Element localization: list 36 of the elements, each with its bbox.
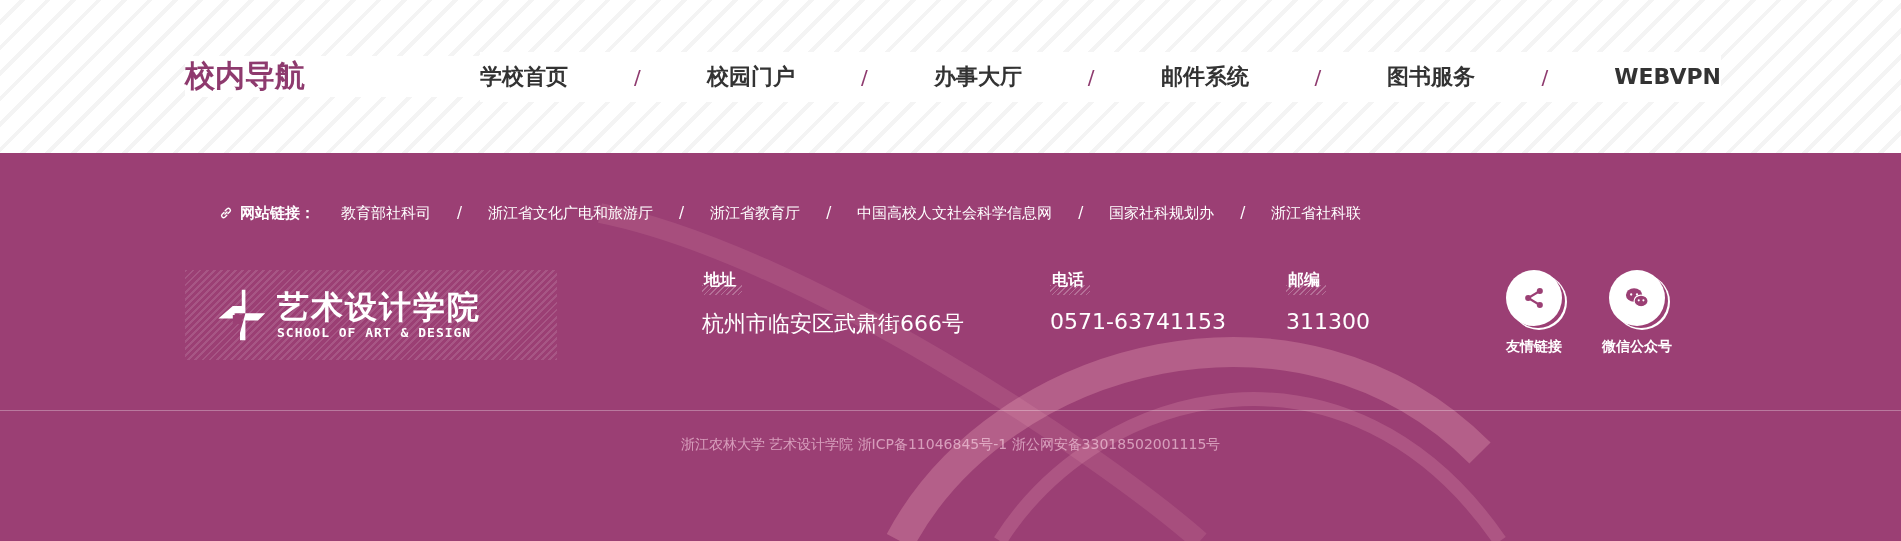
nav-link[interactable]: 校园门户 <box>706 61 795 92</box>
nav-link[interactable]: 学校首页 <box>480 61 568 92</box>
link-icon <box>218 205 234 221</box>
contact-value: 311300 <box>1286 309 1371 334</box>
nav-title: 校内导航 <box>185 56 480 97</box>
contact-label: 邮编 <box>1286 270 1326 295</box>
nav-link[interactable]: 邮件系统 <box>1160 61 1249 92</box>
copyright-text: 浙江农林大学 艺术设计学院 浙ICP备11046845号-1 浙公网安备33018502001115号 <box>0 410 1901 454</box>
nav-link[interactable]: 办事大厅 <box>933 61 1022 92</box>
separator: / <box>1087 64 1095 89</box>
contact-value: 0571-63741153 <box>1050 309 1227 334</box>
separator: / <box>1078 204 1084 222</box>
social-link[interactable]: 友情链接 <box>1506 270 1562 400</box>
contact-value: 杭州市临安区武肃街666号 <box>702 310 965 338</box>
social-link[interactable]: 微信公众号 <box>1602 270 1672 400</box>
external-link[interactable]: 浙江省社科联 <box>1271 203 1362 223</box>
nav-link[interactable]: WEBVPN <box>1614 64 1721 89</box>
contact-label: 电话 <box>1050 270 1090 295</box>
separator: / <box>1314 64 1322 89</box>
separator: / <box>1541 64 1549 89</box>
separator: / <box>860 64 868 89</box>
external-link[interactable]: 浙江省教育厅 <box>710 203 801 223</box>
external-link[interactable]: 教育部社科司 <box>341 203 431 223</box>
nav-link[interactable]: 图书服务 <box>1387 61 1476 92</box>
separator: / <box>634 64 641 89</box>
external-link[interactable]: 浙江省文化广电和旅游厅 <box>488 203 654 223</box>
separator: / <box>826 204 832 222</box>
external-link[interactable]: 中国高校人文社会科学信息网 <box>857 203 1053 223</box>
separator: / <box>1240 204 1246 222</box>
links-label: 网站链接： <box>240 203 315 223</box>
contact-label: 地址 <box>702 270 742 295</box>
logo-subtitle: SCHOOL OF ART & DESIGN <box>277 325 473 341</box>
separator: / <box>679 204 685 222</box>
logo-name: 艺术设计学院 <box>277 289 481 326</box>
external-link[interactable]: 国家社科规划办 <box>1109 203 1215 223</box>
separator: / <box>457 204 463 222</box>
